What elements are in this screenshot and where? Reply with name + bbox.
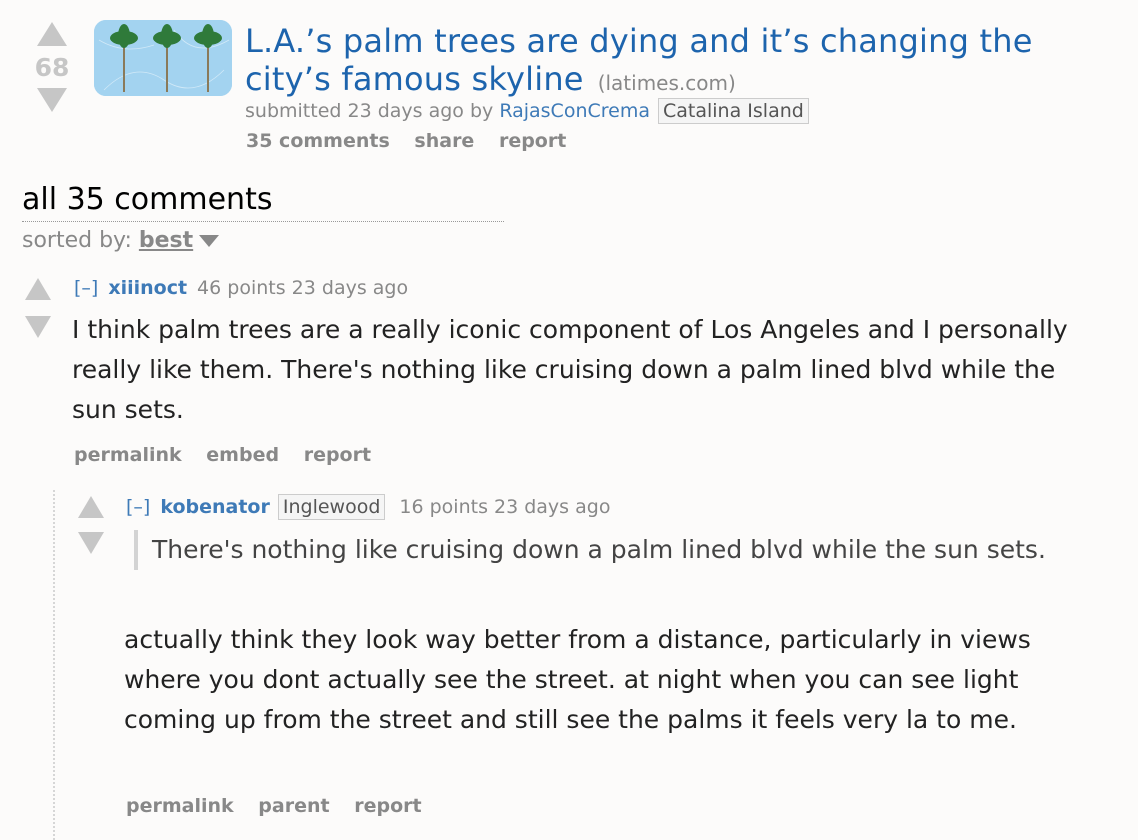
post-report-button[interactable]: report (499, 130, 566, 152)
post-author-link[interactable]: RajasConCrema (499, 100, 650, 122)
embed-button[interactable]: embed (206, 444, 279, 466)
child-permalink-button[interactable]: permalink (126, 795, 234, 817)
child-comment-body: actually think they look way better from… (124, 625, 1031, 734)
palm-trees-thumbnail (94, 20, 232, 96)
submitted-text: submitted 23 days ago by (245, 100, 494, 122)
child-collapse-toggle[interactable]: [–] (126, 496, 150, 518)
comment-upvote-arrow[interactable] (25, 278, 51, 300)
post-thumbnail[interactable] (94, 20, 232, 96)
post-share-button[interactable]: share (414, 130, 474, 152)
child-thread-line (53, 490, 55, 840)
comment-body: I think palm trees are a really iconic c… (72, 315, 1068, 424)
collapse-toggle[interactable]: [–] (74, 277, 98, 299)
post-author-flair: Catalina Island (658, 98, 809, 124)
child-comment-tagline: [–] kobenator Inglewood 16 points 23 days a… (126, 494, 610, 520)
comment-points: 46 points (197, 277, 286, 299)
comment-author-link[interactable]: xiiinoct (108, 277, 187, 299)
comment-downvote-arrow[interactable] (25, 316, 51, 338)
post-tagline: submitted 23 days ago by RajasConCrema Ca… (245, 98, 809, 124)
comment-buttons: permalink embed report (74, 444, 389, 466)
comment-tagline: [–] xiiinoct 46 points 23 days ago (74, 277, 408, 299)
child-parent-button[interactable]: parent (258, 795, 329, 817)
child-downvote-arrow[interactable] (78, 532, 104, 554)
sort-menu: sorted by: best (22, 228, 220, 253)
comment-age: 23 days ago (291, 277, 409, 299)
comments-title: all 35 comments (22, 182, 273, 217)
post-score: 68 (34, 53, 70, 82)
sorted-by-label: sorted by: (22, 228, 132, 253)
child-report-button[interactable]: report (354, 795, 421, 817)
post-downvote-arrow[interactable] (37, 88, 67, 112)
sort-dropdown[interactable]: best (139, 228, 193, 253)
post-domain[interactable]: (latimes.com) (598, 71, 736, 95)
child-age: 23 days ago (494, 496, 611, 518)
post-upvote-arrow[interactable] (37, 22, 67, 46)
child-points: 16 points (399, 496, 488, 518)
child-upvote-arrow[interactable] (78, 496, 104, 518)
child-comment-buttons: permalink parent report (126, 795, 440, 817)
comments-header: all 35 comments (22, 182, 504, 222)
dropdown-caret-icon[interactable] (199, 235, 220, 247)
report-button[interactable]: report (304, 444, 371, 466)
post-title-block: L.A.’s palm trees are dying and it’s cha… (245, 22, 1105, 98)
child-quote: There's nothing like cruising down a pal… (134, 530, 1102, 570)
post-buttons: 35 comments share report (246, 130, 584, 152)
post-comments-button[interactable]: 35 comments (246, 130, 390, 152)
child-author-flair: Inglewood (277, 494, 386, 520)
permalink-button[interactable]: permalink (74, 444, 182, 466)
child-author-link[interactable]: kobenator (160, 496, 270, 518)
